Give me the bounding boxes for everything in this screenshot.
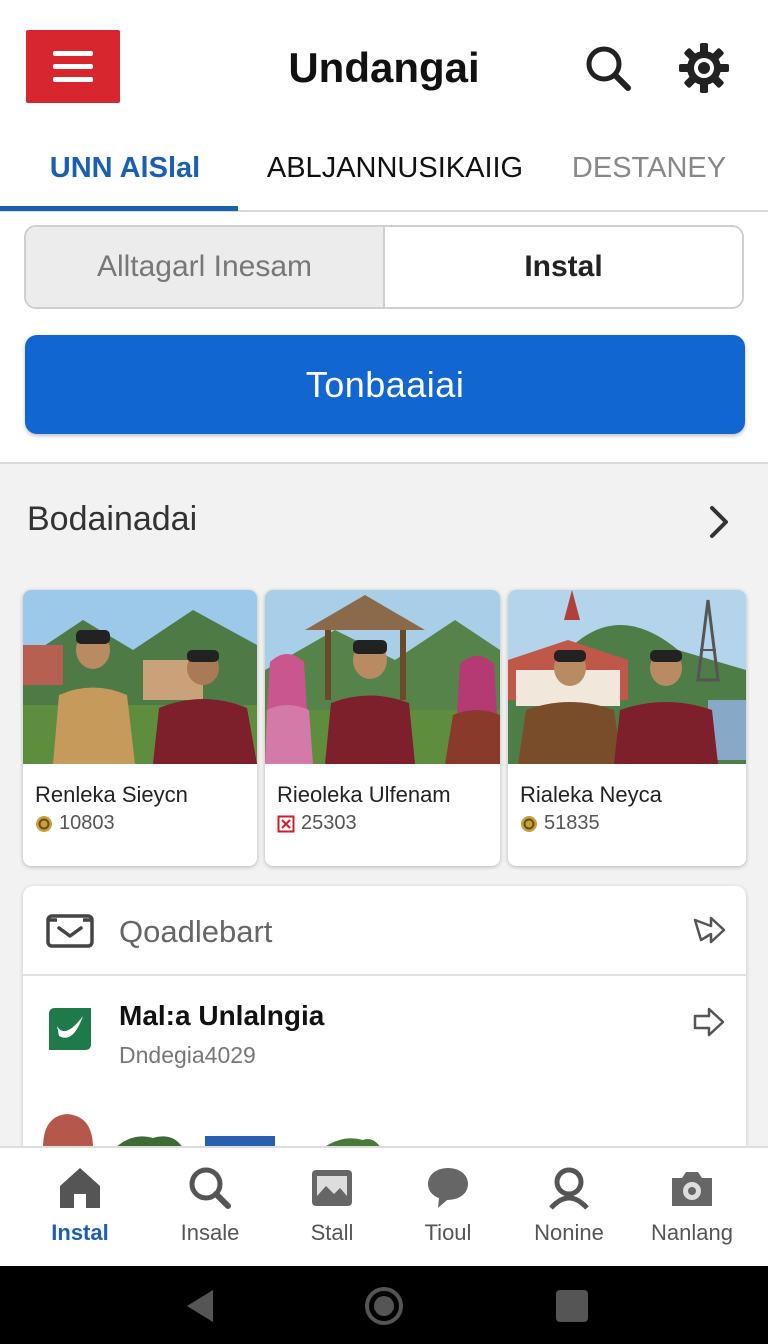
- section-header[interactable]: Bodainadai: [0, 490, 768, 552]
- nav-label: Nonine: [534, 1220, 604, 1245]
- mail-icon: [46, 914, 94, 948]
- nav-item-nanlang[interactable]: Nanlang: [628, 1148, 756, 1266]
- primary-action-button[interactable]: Tonbaaiai: [25, 335, 745, 434]
- card-photo: [23, 590, 257, 764]
- card-name: Rialeka Neyca: [520, 782, 662, 807]
- nav-item-nonine[interactable]: Nonine: [505, 1148, 633, 1266]
- nav-item-stall[interactable]: Stall: [268, 1148, 396, 1266]
- nav-item-instal[interactable]: Instal: [16, 1148, 144, 1266]
- list-panel: Qoadlebart Mal:a Unlalngia Dndegia4029: [23, 886, 746, 1186]
- card-meta: 25303: [277, 812, 357, 835]
- gear-icon: [679, 43, 729, 93]
- person-icon: [549, 1167, 589, 1210]
- flag-icon: [277, 815, 295, 832]
- card-value: 51835: [544, 812, 600, 834]
- chat-icon: [428, 1168, 468, 1208]
- nav-item-insale[interactable]: Insale: [146, 1148, 274, 1266]
- section-more-button[interactable]: [696, 500, 740, 544]
- active-tab-indicator: [0, 206, 238, 211]
- menu-icon-bar: [53, 51, 93, 56]
- top-tabs: UNN AlSlal ABLJANNUSIKAIIG DESTANEY: [0, 132, 768, 212]
- card-name: Rieoleka Ulfenam: [277, 782, 451, 807]
- chevron-right-icon: [710, 506, 728, 538]
- action-area: Alltagarl Inesam Instal Tonbaaiai: [0, 212, 768, 464]
- camera-icon: [672, 1172, 712, 1206]
- tab-unn-alslal[interactable]: UNN AlSlal: [0, 132, 250, 210]
- coin-icon: [521, 815, 537, 832]
- nav-label: Nanlang: [651, 1220, 733, 1245]
- profile-card[interactable]: Rialeka Neyca 51835: [508, 590, 746, 866]
- recents-button[interactable]: [552, 1286, 592, 1326]
- back-button[interactable]: [180, 1286, 220, 1326]
- share-star-icon[interactable]: [691, 912, 727, 948]
- nav-label: Tioul: [424, 1220, 472, 1245]
- app-bar: Undangai: [0, 0, 768, 132]
- menu-icon-bar: [53, 77, 93, 82]
- segment-alltagarl-inesam[interactable]: Alltagarl Inesam: [26, 227, 385, 307]
- forward-arrow-icon[interactable]: [691, 1004, 727, 1040]
- card-name: Renleka Sieycn: [35, 782, 188, 807]
- search-icon: [586, 46, 631, 91]
- next-list-item-peek: [43, 1114, 381, 1148]
- back-icon: [187, 1290, 213, 1322]
- recents-icon: [556, 1290, 588, 1322]
- segment-instal[interactable]: Instal: [385, 227, 742, 307]
- card-photo: [508, 590, 746, 764]
- list-item-title: Mal:a Unlalngia: [119, 1000, 325, 1031]
- home-icon: [60, 1168, 100, 1208]
- home-button[interactable]: [364, 1286, 404, 1326]
- card-value: 10803: [59, 812, 115, 834]
- gallery-icon: [312, 1170, 352, 1206]
- nav-label: Instal: [51, 1220, 109, 1245]
- nav-label: Stall: [310, 1220, 354, 1245]
- card-meta: 10803: [35, 812, 115, 835]
- bottom-nav: Instal Insale Stall Tioul Nonine Nanlang: [0, 1146, 768, 1266]
- list-item-subtitle: Dndegia4029: [119, 1042, 256, 1068]
- card-photo: [265, 590, 500, 764]
- coin-icon: [36, 815, 52, 832]
- section-title: Bodainadai: [27, 500, 198, 538]
- nav-item-tioul[interactable]: Tioul: [384, 1148, 512, 1266]
- nav-label: Insale: [180, 1220, 240, 1245]
- list-header-label: Qoadlebart: [119, 914, 273, 949]
- card-meta: 51835: [520, 812, 600, 835]
- card-value: 25303: [301, 812, 357, 834]
- list-item[interactable]: Mal:a Unlalngia Dndegia4029: [23, 978, 746, 1098]
- app-title: Undangai: [288, 44, 480, 91]
- tab-destaney[interactable]: DESTANEY: [540, 132, 758, 210]
- profile-card[interactable]: Rieoleka Ulfenam 25303: [265, 590, 500, 866]
- home-circle-icon: [365, 1287, 403, 1325]
- search-button[interactable]: [580, 40, 636, 96]
- system-nav-bar: [0, 1266, 768, 1344]
- tab-abljannusikaiig[interactable]: ABLJANNUSIKAIIG: [250, 132, 540, 210]
- profile-card[interactable]: Renleka Sieycn 10803: [23, 590, 257, 866]
- segmented-control: Alltagarl Inesam Instal: [24, 225, 744, 309]
- settings-button[interactable]: [676, 40, 732, 96]
- list-header-row[interactable]: Qoadlebart: [23, 886, 746, 976]
- menu-button[interactable]: [26, 30, 120, 103]
- app-logo-icon: [49, 1008, 91, 1050]
- menu-icon-bar: [53, 64, 93, 69]
- search-icon: [189, 1167, 231, 1209]
